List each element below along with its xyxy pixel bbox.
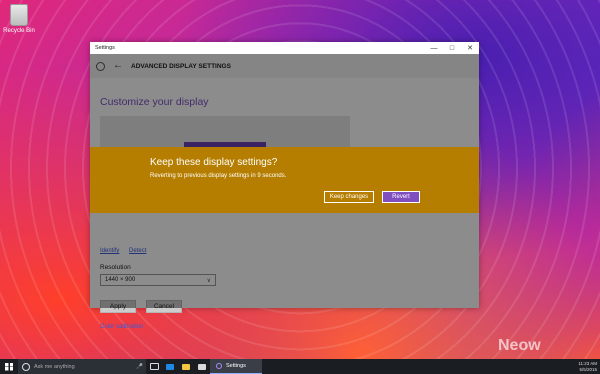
browser-icon [166,363,174,370]
settings-gear-icon [216,363,222,369]
task-view-icon [149,363,159,370]
tray-time: 11:23 AM [578,361,597,366]
start-button[interactable] [0,359,18,374]
recycle-bin-icon [10,4,28,26]
taskbar-browser[interactable] [162,359,178,374]
taskbar-store[interactable] [194,359,210,374]
desktop-icon-recycle-bin[interactable]: Recycle Bin [2,4,36,34]
keep-changes-button[interactable]: Keep changes [324,191,374,203]
store-icon [198,363,206,370]
taskbar-settings-app[interactable]: Settings [210,359,262,374]
task-view-button[interactable] [146,359,162,374]
taskbar-settings-label: Settings [226,363,246,369]
maximize-button[interactable]: □ [443,45,461,52]
minimize-button[interactable]: — [425,45,443,52]
taskbar-file-explorer[interactable] [178,359,194,374]
microphone-icon[interactable]: 🎤 [136,364,143,370]
watermark-logo: Neow [498,337,541,354]
cortana-icon [22,362,30,371]
keep-settings-dialog: Keep these display settings? Reverting t… [90,147,479,213]
folder-icon [182,363,190,370]
revert-button[interactable]: Revert [382,191,420,203]
window-titlebar: Settings — □ ✕ [90,42,479,54]
close-button[interactable]: ✕ [461,44,479,52]
taskbar: Ask me anything 🎤 Settings 11:23 AM 5/5/… [0,359,600,374]
system-tray-clock[interactable]: 11:23 AM 5/5/2015 [578,361,597,372]
color-calibration-link[interactable]: Color calibration [100,324,143,330]
dialog-title: Keep these display settings? [150,157,278,168]
search-placeholder: Ask me anything [34,363,75,370]
tray-date: 5/5/2015 [579,366,597,372]
recycle-bin-label: Recycle Bin [3,28,35,34]
dialog-message: Reverting to previous display settings i… [150,173,287,179]
window-title: Settings [95,45,115,51]
windows-logo-icon [5,362,13,371]
search-box[interactable]: Ask me anything 🎤 [18,359,146,374]
